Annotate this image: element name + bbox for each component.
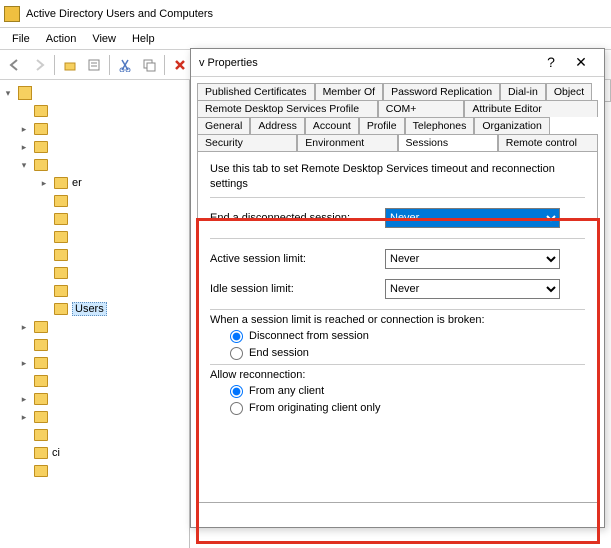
folder-icon	[54, 177, 68, 189]
tab-sessions[interactable]: Sessions	[398, 134, 498, 151]
chevron-right-icon[interactable]: ▸	[18, 322, 30, 333]
radio-from-originating-label: From originating client only	[249, 402, 380, 414]
up-button[interactable]	[59, 54, 81, 76]
chevron-right-icon[interactable]: ▸	[18, 124, 30, 135]
radio-from-originating[interactable]	[230, 402, 243, 415]
folder-icon	[54, 285, 68, 297]
expand-icon[interactable]: ▾	[2, 88, 14, 99]
folder-icon	[54, 213, 68, 225]
tab-profile[interactable]: Profile	[359, 117, 405, 134]
tree-item-label[interactable]: ci	[52, 447, 60, 459]
folder-icon	[34, 411, 48, 423]
tab-body-sessions: Use this tab to set Remote Desktop Servi…	[197, 151, 598, 503]
tab-environment[interactable]: Environment	[297, 134, 397, 151]
chevron-right-icon[interactable]: ▸	[18, 412, 30, 423]
folder-icon	[34, 105, 48, 117]
tab-account[interactable]: Account	[305, 117, 359, 134]
dialog-titlebar[interactable]: v Properties ? ✕	[191, 49, 604, 77]
folder-icon	[34, 123, 48, 135]
allow-reconnect-label: Allow reconnection:	[210, 369, 585, 381]
folder-icon	[34, 375, 48, 387]
tab-rds-profile[interactable]: Remote Desktop Services Profile	[197, 100, 378, 117]
delete-button[interactable]	[169, 54, 191, 76]
radio-disconnect[interactable]	[230, 330, 243, 343]
radio-from-any[interactable]	[230, 385, 243, 398]
tab-strip: Published Certificates Member Of Passwor…	[191, 77, 604, 151]
dialog-help-button[interactable]: ?	[536, 53, 566, 73]
menu-view[interactable]: View	[84, 33, 124, 45]
radio-disconnect-label: Disconnect from session	[249, 330, 369, 342]
tab-attribute-editor[interactable]: Attribute Editor	[464, 100, 598, 117]
tree-item-users[interactable]: Users	[72, 302, 107, 316]
copy-button[interactable]	[138, 54, 160, 76]
folder-icon	[34, 393, 48, 405]
folder-icon	[34, 141, 48, 153]
folder-icon	[34, 357, 48, 369]
idle-limit-label: Idle session limit:	[210, 283, 385, 295]
sessions-intro-text: Use this tab to set Remote Desktop Servi…	[210, 162, 585, 193]
tab-address[interactable]: Address	[250, 117, 305, 134]
chevron-right-icon[interactable]: ▸	[38, 178, 50, 189]
tab-remote-control[interactable]: Remote control	[498, 134, 598, 151]
dialog-title: v Properties	[199, 57, 536, 69]
folder-icon	[54, 231, 68, 243]
folder-icon	[34, 447, 48, 459]
folder-icon	[54, 267, 68, 279]
window-title: Active Directory Users and Computers	[26, 8, 213, 20]
tab-object[interactable]: Object	[546, 83, 592, 100]
tree-item-label[interactable]: er	[72, 177, 82, 189]
tab-general[interactable]: General	[197, 117, 250, 134]
folder-icon	[34, 321, 48, 333]
folder-icon	[34, 465, 48, 477]
when-reached-label: When a session limit is reached or conne…	[210, 314, 585, 326]
cut-button[interactable]	[114, 54, 136, 76]
menu-action[interactable]: Action	[38, 33, 85, 45]
folder-icon	[54, 249, 68, 261]
tab-organization[interactable]: Organization	[474, 117, 550, 134]
forward-button[interactable]	[28, 54, 50, 76]
chevron-right-icon[interactable]: ▸	[18, 394, 30, 405]
domain-icon	[18, 86, 32, 100]
chevron-down-icon[interactable]: ▾	[18, 160, 30, 171]
menu-help[interactable]: Help	[124, 33, 163, 45]
radio-end-session-label: End session	[249, 347, 309, 359]
folder-icon	[34, 429, 48, 441]
tab-published-certificates[interactable]: Published Certificates	[197, 83, 315, 100]
end-disconnected-select[interactable]: Never	[385, 208, 560, 228]
chevron-right-icon[interactable]: ▸	[18, 142, 30, 153]
tab-com-plus[interactable]: COM+	[378, 100, 465, 117]
dialog-close-button[interactable]: ✕	[566, 53, 596, 73]
menu-bar: File Action View Help	[0, 28, 611, 50]
folder-icon	[54, 303, 68, 315]
tab-security[interactable]: Security	[197, 134, 297, 151]
tab-telephones[interactable]: Telephones	[405, 117, 475, 134]
chevron-right-icon[interactable]: ▸	[18, 358, 30, 369]
active-limit-select[interactable]: Never	[385, 249, 560, 269]
idle-limit-select[interactable]: Never	[385, 279, 560, 299]
window-titlebar: Active Directory Users and Computers	[0, 0, 611, 28]
radio-from-any-label: From any client	[249, 385, 324, 397]
folder-icon	[34, 159, 48, 171]
end-disconnected-label: End a disconnected session:	[210, 212, 385, 224]
tab-password-replication[interactable]: Password Replication	[383, 83, 500, 100]
tab-member-of[interactable]: Member Of	[315, 83, 384, 100]
tree-pane[interactable]: ▾ ▸ ▸ ▾ ▸ er Users ▸ ▸ ▸ ▸ ci	[0, 80, 190, 548]
properties-button[interactable]	[83, 54, 105, 76]
active-limit-label: Active session limit:	[210, 253, 385, 265]
properties-dialog: v Properties ? ✕ Published Certificates …	[190, 48, 605, 528]
menu-file[interactable]: File	[4, 33, 38, 45]
tab-dialin[interactable]: Dial-in	[500, 83, 546, 100]
folder-icon	[34, 339, 48, 351]
app-icon	[4, 6, 20, 22]
back-button[interactable]	[4, 54, 26, 76]
folder-icon	[54, 195, 68, 207]
radio-end-session[interactable]	[230, 347, 243, 360]
